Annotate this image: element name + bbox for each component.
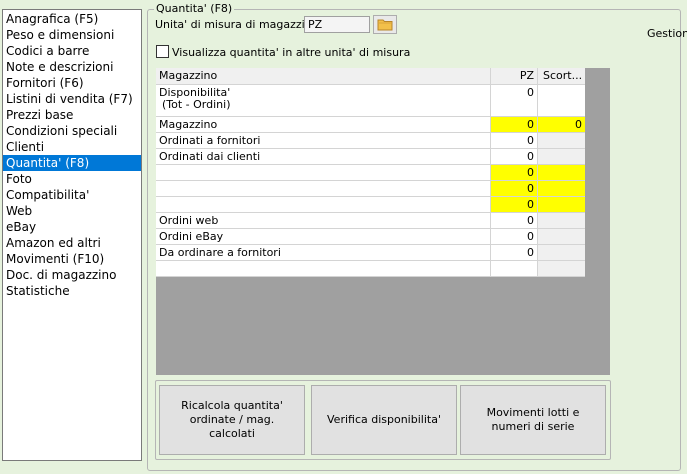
row-pz-cell[interactable]: 0 [491, 133, 538, 148]
row-scorta-cell[interactable] [538, 229, 585, 244]
grid-header-row: Magazzino PZ Scort... [156, 68, 585, 85]
row-pz-cell[interactable]: 0 [491, 197, 538, 212]
nav-item[interactable]: Listini di vendita (F7) [3, 91, 141, 107]
nav-item[interactable]: Note e descrizioni [3, 59, 141, 75]
nav-item[interactable]: Compatibilita' [3, 187, 141, 203]
row-name-cell [156, 165, 491, 180]
table-row[interactable]: 0 [156, 181, 585, 197]
folder-button[interactable] [373, 15, 397, 34]
nav-item[interactable]: Statistiche [3, 283, 141, 299]
row-pz-cell[interactable]: 0 [491, 117, 538, 132]
row-scorta-cell[interactable] [538, 197, 585, 212]
row-name-cell: Ordinati a fornitori [156, 133, 491, 148]
panel-title: Quantita' (F8) [154, 2, 235, 15]
nav-item[interactable]: Clienti [3, 139, 141, 155]
um-field[interactable]: PZ [304, 16, 370, 33]
table-row[interactable]: Ordini web 0 [156, 213, 585, 229]
row-pz-cell[interactable]: 0 [491, 165, 538, 180]
row-pz-cell[interactable]: 0 [491, 85, 538, 116]
row-pz-cell[interactable]: 0 [491, 213, 538, 228]
row-pz-cell[interactable]: 0 [491, 181, 538, 196]
gestione-label: Gestione [647, 27, 687, 40]
row-scorta-cell[interactable] [538, 133, 585, 148]
nav-item[interactable]: Peso e dimensioni [3, 27, 141, 43]
row-scorta-cell[interactable] [538, 213, 585, 228]
row-name-cell: Ordinati dai clienti [156, 149, 491, 164]
nav-item[interactable]: Codici a barre [3, 43, 141, 59]
verify-availability-button[interactable]: Verifica disponibilita' [311, 385, 457, 455]
nav-item[interactable]: Fornitori (F6) [3, 75, 141, 91]
row-pz-cell[interactable]: 0 [491, 229, 538, 244]
nav-item[interactable]: Amazon ed altri [3, 235, 141, 251]
table-row[interactable]: Disponibilita' (Tot - Ordini) 0 [156, 85, 585, 117]
row-pz-cell[interactable] [491, 261, 538, 276]
nav-item[interactable]: Foto [3, 171, 141, 187]
nav-item[interactable]: eBay [3, 219, 141, 235]
row-name-cell [156, 261, 491, 276]
row-scorta-cell[interactable] [538, 261, 585, 276]
table-row[interactable]: Ordini eBay 0 [156, 229, 585, 245]
row-scorta-cell[interactable] [538, 181, 585, 196]
row-pz-cell[interactable]: 0 [491, 245, 538, 260]
table-row[interactable]: Da ordinare a fornitori 0 [156, 245, 585, 261]
lot-movements-button[interactable]: Movimenti lotti e numeri di serie [460, 385, 606, 455]
table-row[interactable]: 0 [156, 165, 585, 181]
row-name-cell: Magazzino [156, 117, 491, 132]
section-nav-list[interactable]: Anagrafica (F5) Peso e dimensioni Codici a… [2, 9, 142, 461]
row-name-cell: Ordini eBay [156, 229, 491, 244]
grid-body: Disponibilita' (Tot - Ordini) 0 Magazzino 0 0… [156, 85, 585, 277]
recalculate-button[interactable]: Ricalcola quantita' ordinate / mag. calc… [159, 385, 305, 455]
show-other-units-label: Visualizza quantita' in altre unita' di … [172, 46, 411, 59]
row-scorta-cell[interactable] [538, 165, 585, 180]
um-label: Unita' di misura di magazzino : [155, 18, 326, 31]
row-name-cell [156, 197, 491, 212]
row-name-cell: Ordini web [156, 213, 491, 228]
nav-item[interactable]: Movimenti (F10) [3, 251, 141, 267]
row-name-cell: Da ordinare a fornitori [156, 245, 491, 260]
nav-item[interactable]: Condizioni speciali [3, 123, 141, 139]
row-scorta-cell[interactable] [538, 149, 585, 164]
table-row[interactable]: 0 [156, 197, 585, 213]
column-header-scorta[interactable]: Scort... [538, 68, 585, 84]
quantity-grid[interactable]: Magazzino PZ Scort... Disponibilita' (Tot… [156, 68, 610, 375]
table-row[interactable]: Ordinati a fornitori 0 [156, 133, 585, 149]
column-header-magazzino[interactable]: Magazzino [156, 68, 491, 84]
show-other-units-checkbox[interactable] [156, 45, 169, 58]
row-scorta-cell[interactable]: 0 [538, 117, 585, 132]
row-pz-cell[interactable]: 0 [491, 149, 538, 164]
nav-item[interactable]: Doc. di magazzino [3, 267, 141, 283]
nav-item[interactable]: Anagrafica (F5) [3, 11, 141, 27]
folder-icon [377, 19, 393, 31]
grid-table: Magazzino PZ Scort... Disponibilita' (Tot… [156, 68, 585, 277]
table-row[interactable]: Ordinati dai clienti 0 [156, 149, 585, 165]
column-header-pz[interactable]: PZ [491, 68, 538, 84]
row-name-cell: Disponibilita' (Tot - Ordini) [156, 85, 491, 116]
row-scorta-cell[interactable] [538, 245, 585, 260]
row-scorta-cell[interactable] [538, 85, 585, 116]
table-row[interactable] [156, 261, 585, 277]
nav-item[interactable]: Quantita' (F8) [3, 155, 141, 171]
nav-item[interactable]: Web [3, 203, 141, 219]
row-name-cell [156, 181, 491, 196]
nav-item[interactable]: Prezzi base [3, 107, 141, 123]
table-row[interactable]: Magazzino 0 0 [156, 117, 585, 133]
